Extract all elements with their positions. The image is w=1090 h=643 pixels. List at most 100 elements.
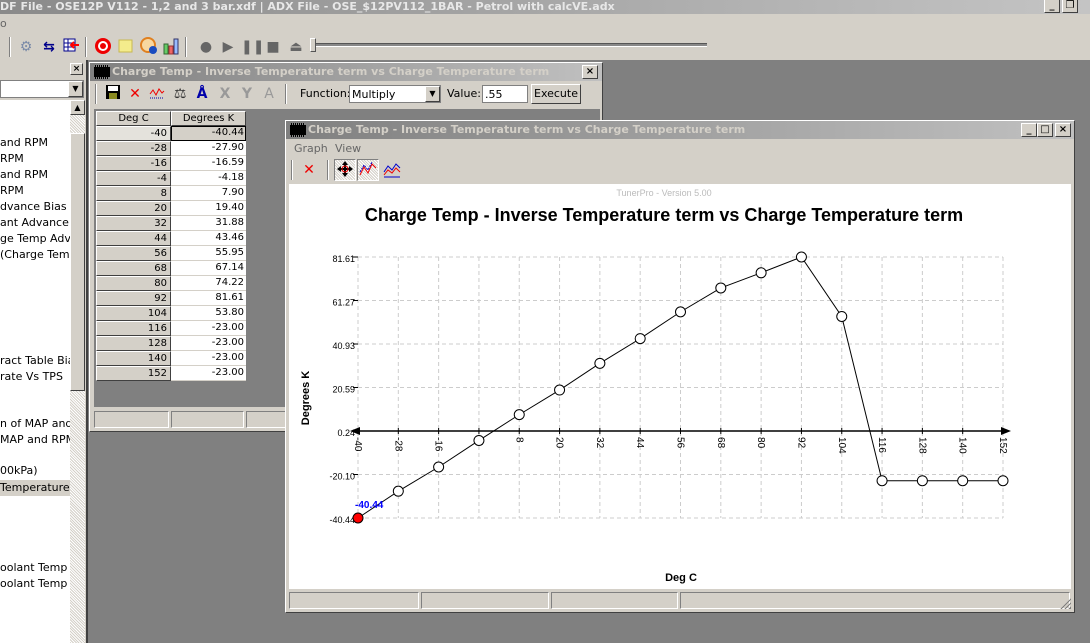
graph-minimize-button[interactable]: _ <box>1021 123 1037 137</box>
resize-grip-icon[interactable] <box>1059 597 1071 609</box>
table-window-titlebar[interactable]: Charge Temp - Inverse Temperature term v… <box>90 63 602 81</box>
data-point[interactable] <box>755 267 767 279</box>
tree-item[interactable]: rate Vs TPS <box>0 369 63 385</box>
graph-maximize-button[interactable]: □ <box>1037 123 1053 137</box>
tree-item[interactable]: MAP and RPM <box>0 432 70 448</box>
data-point[interactable] <box>795 251 807 263</box>
multi-series-icon[interactable] <box>382 160 402 180</box>
data-point[interactable] <box>513 409 525 421</box>
row-header-cell[interactable]: -16 <box>96 156 171 171</box>
value-cell[interactable]: 31.88 <box>171 216 246 231</box>
data-point[interactable] <box>675 306 686 318</box>
data-point[interactable] <box>392 485 404 497</box>
data-point[interactable] <box>916 475 928 487</box>
data-point[interactable] <box>957 475 969 487</box>
tree-filter-combo[interactable]: ▼ <box>0 80 84 98</box>
function-dropdown-button[interactable]: ▼ <box>425 86 440 102</box>
value-cell[interactable]: 55.95 <box>171 246 246 261</box>
info-gauge-icon[interactable] <box>139 37 159 57</box>
emulator-target-icon[interactable] <box>93 37 113 57</box>
tree-item[interactable]: ant Advance B <box>0 215 70 231</box>
data-point[interactable] <box>836 310 848 322</box>
row-header-cell[interactable]: 128 <box>96 336 171 351</box>
row-header-cell[interactable]: 8 <box>96 186 171 201</box>
save-icon[interactable] <box>103 84 123 104</box>
close-panel-button[interactable]: × <box>70 63 83 75</box>
menu-view[interactable]: View <box>335 142 361 155</box>
data-point[interactable] <box>634 333 646 345</box>
tree-item[interactable]: ract Table Bias) <box>0 353 70 369</box>
row-header-cell[interactable]: 68 <box>96 261 171 276</box>
point-edit-icon[interactable] <box>357 159 379 181</box>
graph-close-button[interactable]: × <box>1055 123 1071 137</box>
row-header-cell[interactable]: 56 <box>96 246 171 261</box>
value-cell[interactable]: -16.59 <box>171 156 246 171</box>
tree-item[interactable]: and RPM <box>0 135 48 151</box>
value-cell[interactable]: -27.90 <box>171 141 246 156</box>
tree-item[interactable]: and RPM <box>0 167 48 183</box>
compare-icon[interactable]: Å <box>192 84 212 104</box>
tree-scrollbar[interactable]: ▲ <box>70 100 85 643</box>
x-axis-icon[interactable]: X <box>215 84 235 104</box>
tree-item[interactable]: RPM <box>0 183 24 199</box>
row-header-cell[interactable]: -28 <box>96 141 171 156</box>
scroll-thumb[interactable] <box>70 133 85 391</box>
label-icon[interactable]: A <box>259 84 279 104</box>
swap-arrows-icon[interactable]: ⇆ <box>39 37 59 57</box>
tree-item[interactable]: (Charge Temp <box>0 247 70 263</box>
graph-window-titlebar[interactable]: Charge Temp - Inverse Temperature term v… <box>286 121 1074 139</box>
row-header-cell[interactable]: 92 <box>96 291 171 306</box>
data-point[interactable] <box>594 357 606 369</box>
value-cell[interactable]: 67.14 <box>171 261 246 276</box>
value-cell[interactable]: 19.40 <box>171 201 246 216</box>
value-cell[interactable]: -4.18 <box>171 171 246 186</box>
column-header-y[interactable]: Degrees K <box>171 111 246 126</box>
stop-icon[interactable]: ■ <box>263 37 283 57</box>
data-point[interactable] <box>433 461 445 473</box>
scale-icon[interactable]: ⚖ <box>170 84 190 104</box>
row-header-cell[interactable]: 80 <box>96 276 171 291</box>
data-point[interactable] <box>997 475 1009 487</box>
value-cell[interactable]: -23.00 <box>171 366 246 381</box>
menu-graph[interactable]: Graph <box>294 142 328 155</box>
data-point[interactable] <box>876 475 888 487</box>
value-cell[interactable]: -40.44 <box>171 126 246 141</box>
tree-item[interactable]: RPM <box>0 151 24 167</box>
pause-icon[interactable]: ❚❚ <box>241 37 264 57</box>
tree-item[interactable]: ge Temp Advai <box>0 231 70 247</box>
row-header-cell[interactable]: -4 <box>96 171 171 186</box>
notepad-icon[interactable] <box>116 37 136 57</box>
row-header-cell[interactable]: 32 <box>96 216 171 231</box>
graph-view-icon[interactable] <box>147 84 167 104</box>
y-axis-icon[interactable]: Y <box>237 84 257 104</box>
tree-item[interactable]: n of MAP and F <box>0 416 70 432</box>
slider-thumb[interactable] <box>310 38 316 52</box>
selected-data-point[interactable] <box>352 512 364 524</box>
data-point[interactable] <box>473 434 485 446</box>
line-chart[interactable]: TunerPro - Version 5.00 Charge Temp - In… <box>289 184 1071 589</box>
value-cell[interactable]: 7.90 <box>171 186 246 201</box>
tree-item[interactable]: oolant Temp <box>0 560 67 576</box>
row-header-cell[interactable]: 152 <box>96 366 171 381</box>
row-header-cell[interactable]: 116 <box>96 321 171 336</box>
value-cell[interactable]: 74.22 <box>171 276 246 291</box>
restore-button[interactable]: ❐ <box>1062 0 1078 13</box>
row-header-cell[interactable]: 44 <box>96 231 171 246</box>
value-cell[interactable]: 53.80 <box>171 306 246 321</box>
tree-item[interactable]: 00kPa) <box>0 463 38 479</box>
value-cell[interactable]: 81.61 <box>171 291 246 306</box>
row-header-cell[interactable]: 20 <box>96 201 171 216</box>
row-header-cell[interactable]: 104 <box>96 306 171 321</box>
delete-icon[interactable]: ✕ <box>299 160 319 180</box>
tree-item[interactable]: oolant Temp <box>0 576 67 592</box>
execute-button[interactable]: Execute <box>531 84 581 104</box>
combo-dropdown-button[interactable]: ▼ <box>68 81 83 97</box>
playback-slider[interactable] <box>310 38 707 52</box>
value-cell[interactable]: -23.00 <box>171 321 246 336</box>
scroll-up-button[interactable]: ▲ <box>70 100 85 115</box>
value-cell[interactable]: 43.46 <box>171 231 246 246</box>
column-header-x[interactable]: Deg C <box>96 111 171 126</box>
table-import-icon[interactable] <box>61 37 81 57</box>
move-crosshair-icon[interactable] <box>334 159 356 181</box>
menu-item[interactable]: o <box>0 17 7 30</box>
